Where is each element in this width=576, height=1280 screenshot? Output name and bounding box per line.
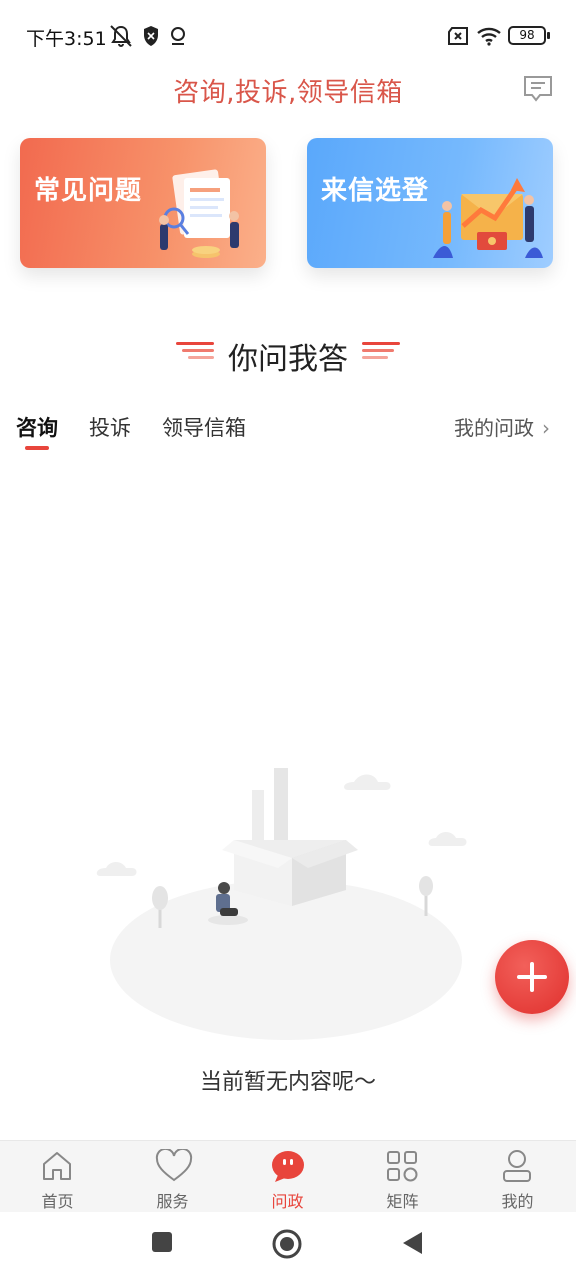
tab-complaint[interactable]: 投诉 xyxy=(89,412,131,442)
active-tab-indicator xyxy=(25,446,49,450)
bottom-nav: 首页 服务 问政 矩阵 我的 xyxy=(0,1140,576,1212)
status-time: 下午3:51 xyxy=(26,28,107,50)
square-recents-icon[interactable] xyxy=(150,1230,174,1254)
page-header: 咨询,投诉,领导信箱 xyxy=(0,68,576,112)
my-questions-label: 我的问政 xyxy=(454,416,534,440)
mute-bell-icon xyxy=(110,25,132,47)
nav-matrix-label: 矩阵 xyxy=(386,1192,419,1211)
circle-home-icon[interactable] xyxy=(271,1228,303,1260)
letters-card[interactable]: 来信选登 xyxy=(307,138,553,268)
section-title: 你问我答 xyxy=(228,342,348,377)
chevron-right-icon: › xyxy=(542,416,550,440)
nav-service-label: 服务 xyxy=(156,1192,189,1211)
user-icon xyxy=(503,1150,531,1182)
sim-off-icon xyxy=(448,27,468,45)
nav-matrix[interactable]: 矩阵 xyxy=(345,1141,460,1213)
status-bar: 下午3:51 98 xyxy=(0,0,576,72)
add-question-button[interactable] xyxy=(495,940,569,1014)
home-icon xyxy=(43,1152,71,1180)
nav-service[interactable]: 服务 xyxy=(115,1141,230,1213)
empty-state-text: 当前暂无内容呢〜 xyxy=(199,1070,376,1095)
nav-wenzheng-label: 问政 xyxy=(271,1192,304,1211)
shield-icon xyxy=(144,26,158,46)
documents-illustration xyxy=(159,169,239,258)
tab-leader-mailbox[interactable]: 领导信箱 xyxy=(162,412,246,442)
nav-home-label: 首页 xyxy=(41,1192,74,1211)
battery-indicator: 98 xyxy=(508,26,550,45)
tab-bar: 咨询 投诉 领导信箱 我的问政 › xyxy=(0,408,576,452)
right-speed-lines-icon xyxy=(362,342,400,359)
nav-mine[interactable]: 我的 xyxy=(460,1141,575,1213)
section-heading: 你问我答 xyxy=(0,330,576,377)
nav-wenzheng[interactable]: 问政 xyxy=(230,1141,345,1213)
wifi-icon xyxy=(477,27,501,46)
letters-card-title: 来信选登 xyxy=(321,176,430,206)
nav-home[interactable]: 首页 xyxy=(0,1141,115,1213)
location-icon xyxy=(171,27,185,45)
empty-box-illustration xyxy=(96,768,467,1040)
tab-consult[interactable]: 咨询 xyxy=(16,412,58,442)
plus-icon xyxy=(517,962,547,992)
chat-bubble-icon xyxy=(272,1151,304,1182)
nav-mine-label: 我的 xyxy=(501,1192,534,1211)
faq-card-title: 常见问题 xyxy=(34,176,143,206)
grid-icon xyxy=(387,1151,418,1182)
heart-icon xyxy=(155,1149,193,1182)
feedback-note-icon[interactable] xyxy=(522,74,554,104)
envelope-chart-illustration xyxy=(433,178,543,258)
system-nav-bar xyxy=(0,1212,576,1280)
page-title: 咨询,投诉,领导信箱 xyxy=(173,78,403,108)
faq-card[interactable]: 常见问题 xyxy=(20,138,266,268)
triangle-back-icon[interactable] xyxy=(400,1230,424,1256)
my-questions-link[interactable]: 我的问政 › xyxy=(454,412,550,441)
